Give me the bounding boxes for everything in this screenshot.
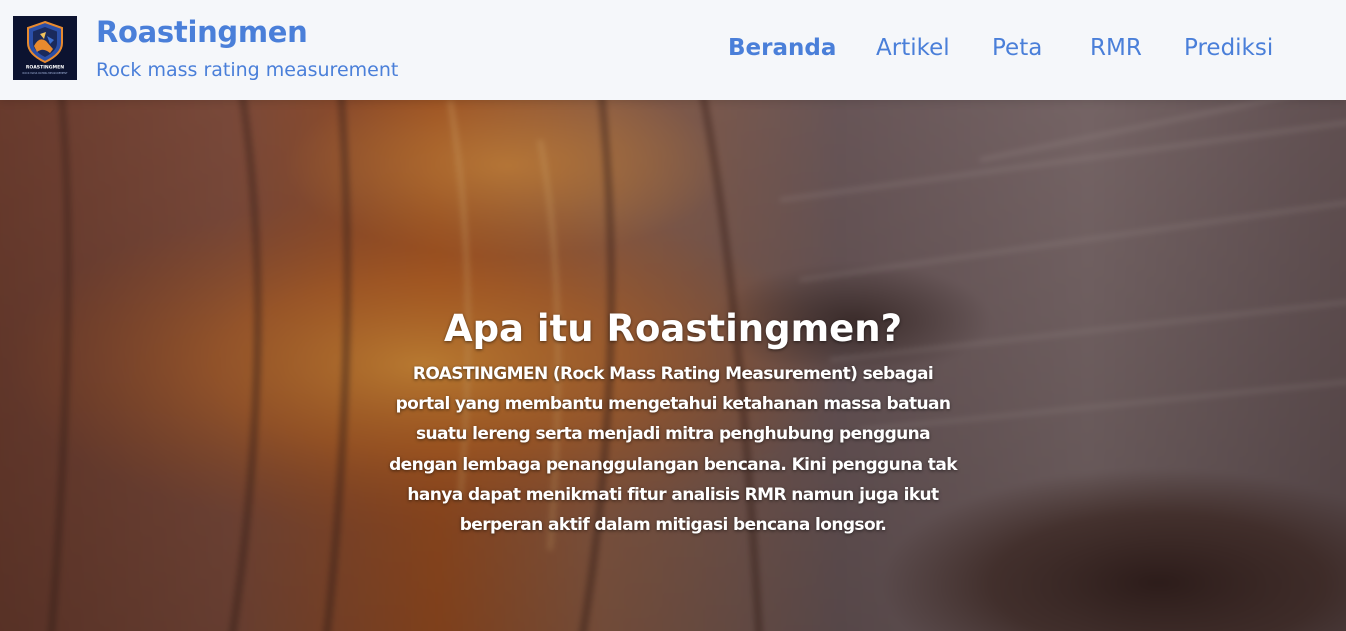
nav-item-artikel[interactable]: Artikel	[876, 35, 950, 61]
nav-item-peta[interactable]: Peta	[992, 35, 1042, 61]
navbar: ROASTINGMEN ROCK MASS RATING MEASUREMENT…	[0, 0, 1346, 100]
nav-item-prediksi[interactable]: Prediksi	[1184, 35, 1273, 61]
logo-subtext: ROCK MASS RATING MEASUREMENT	[22, 71, 68, 75]
hero-description: ROASTINGMEN (Rock Mass Rating Measuremen…	[389, 364, 957, 536]
nav-item-beranda[interactable]: Beranda	[728, 35, 836, 61]
hero-title: Apa itu Roastingmen?	[443, 307, 903, 350]
roastingmen-logo[interactable]: ROASTINGMEN ROCK MASS RATING MEASUREMENT	[13, 16, 77, 80]
brand-title[interactable]: Roastingmen	[96, 15, 308, 49]
shield-logo-icon: ROASTINGMEN ROCK MASS RATING MEASUREMENT	[13, 16, 77, 80]
hero-content: Apa itu Roastingmen? ROASTINGMEN (Rock M…	[373, 305, 973, 540]
hero-section: Apa itu Roastingmen? ROASTINGMEN (Rock M…	[0, 100, 1346, 631]
nav-item-rmr[interactable]: RMR	[1090, 35, 1142, 61]
logo-text: ROASTINGMEN	[26, 65, 64, 71]
brand-subtitle: Rock mass rating measurement	[96, 59, 399, 81]
